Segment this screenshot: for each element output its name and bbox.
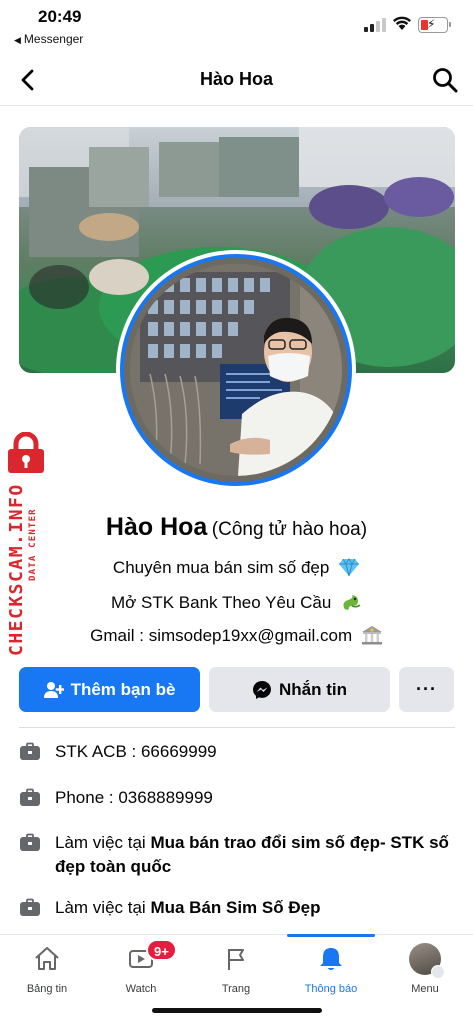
notification-badge: 9+ [146, 939, 177, 961]
bio-text-1: Chuyên mua bán sim số đẹp [112, 558, 330, 577]
top-navigation: Hào Hoa [0, 56, 473, 106]
messenger-icon [253, 680, 271, 699]
briefcase-icon [20, 833, 40, 851]
detail-text: Làm việc tại Mua Bán Sim Số Đẹp [55, 898, 321, 917]
tab-menu[interactable]: Menu [378, 935, 472, 1005]
briefcase-icon [20, 742, 40, 760]
briefcase-icon [20, 788, 40, 806]
message-button[interactable]: Nhắn tin [209, 667, 390, 712]
profile-picture[interactable] [116, 250, 356, 490]
profile-name: Hào Hoa [105, 513, 208, 541]
bio-line-3: Gmail : simsodep19xx@gmail.com [0, 625, 473, 646]
more-options-icon: ··· [416, 679, 437, 699]
wifi-icon [393, 16, 411, 30]
back-triangle-icon: ◀ [14, 35, 21, 45]
bank-emoji-icon [361, 626, 382, 645]
briefcase-icon [20, 898, 40, 916]
message-label: Nhắn tin [279, 679, 347, 699]
back-app-label: Messenger [23, 32, 84, 46]
detail-text: Phone : 0368889999 [55, 788, 213, 807]
tab-label: Watch [125, 983, 157, 995]
detail-text: Làm việc tại Mua bán trao đổi sim số đẹp… [55, 833, 449, 876]
tab-label: Menu [411, 983, 439, 995]
tab-label: Thông báo [304, 983, 358, 995]
add-friend-icon [43, 681, 64, 698]
tab-notifications[interactable]: Thông báo [284, 935, 378, 1005]
home-icon [35, 947, 59, 970]
home-indicator [152, 1008, 322, 1013]
charging-bolt-icon: ⚡ [427, 17, 436, 31]
padlock-icon [8, 432, 44, 473]
bio-text-3: Gmail : simsodep19xx@gmail.com [90, 626, 353, 645]
add-friend-button[interactable]: Thêm bạn bè [19, 667, 200, 712]
detail-text: STK ACB : 66669999 [55, 742, 217, 761]
add-friend-label: Thêm bạn bè [70, 679, 176, 699]
bio-line-1: Chuyên mua bán sim số đẹp [0, 557, 473, 578]
bio-text-2: Mở STK Bank Theo Yêu Cầu [110, 593, 332, 612]
dragon-emoji-icon [343, 595, 361, 610]
section-divider [19, 727, 455, 728]
status-bar: 20:49 ◀ Messenger ⚡ [0, 0, 473, 50]
tab-pages[interactable]: Trang [189, 935, 283, 1005]
workplace-link[interactable]: Mua Bán Sim Số Đẹp [150, 898, 320, 917]
flag-icon [228, 949, 244, 970]
search-icon[interactable] [431, 66, 459, 94]
profile-alternate-name: (Công tử hào hoa) [211, 519, 368, 540]
bio-line-2: Mở STK Bank Theo Yêu Cầu [0, 592, 473, 613]
watermark-subtitle: DATA CENTER [28, 508, 38, 582]
gem-emoji-icon [339, 558, 360, 577]
page-title: Hào Hoa [199, 69, 273, 89]
tab-watch[interactable]: 9+ Watch [94, 935, 188, 1005]
tab-label: Bảng tin [26, 983, 68, 995]
back-to-app-link[interactable]: ◀ Messenger [14, 32, 83, 46]
bell-icon [320, 948, 342, 970]
profile-name-line: Hào Hoa (Công tử hào hoa) [0, 513, 473, 542]
battery-icon: ⚡ [418, 17, 451, 33]
more-options-button[interactable]: ··· [399, 667, 454, 712]
status-time: 20:49 [38, 7, 82, 26]
profile-picture-frame [120, 254, 352, 486]
signal-icon [364, 18, 386, 32]
menu-hamburger-icon [431, 965, 445, 979]
tab-label: Trang [221, 983, 251, 995]
tab-news-feed[interactable]: Bảng tin [0, 935, 94, 1005]
